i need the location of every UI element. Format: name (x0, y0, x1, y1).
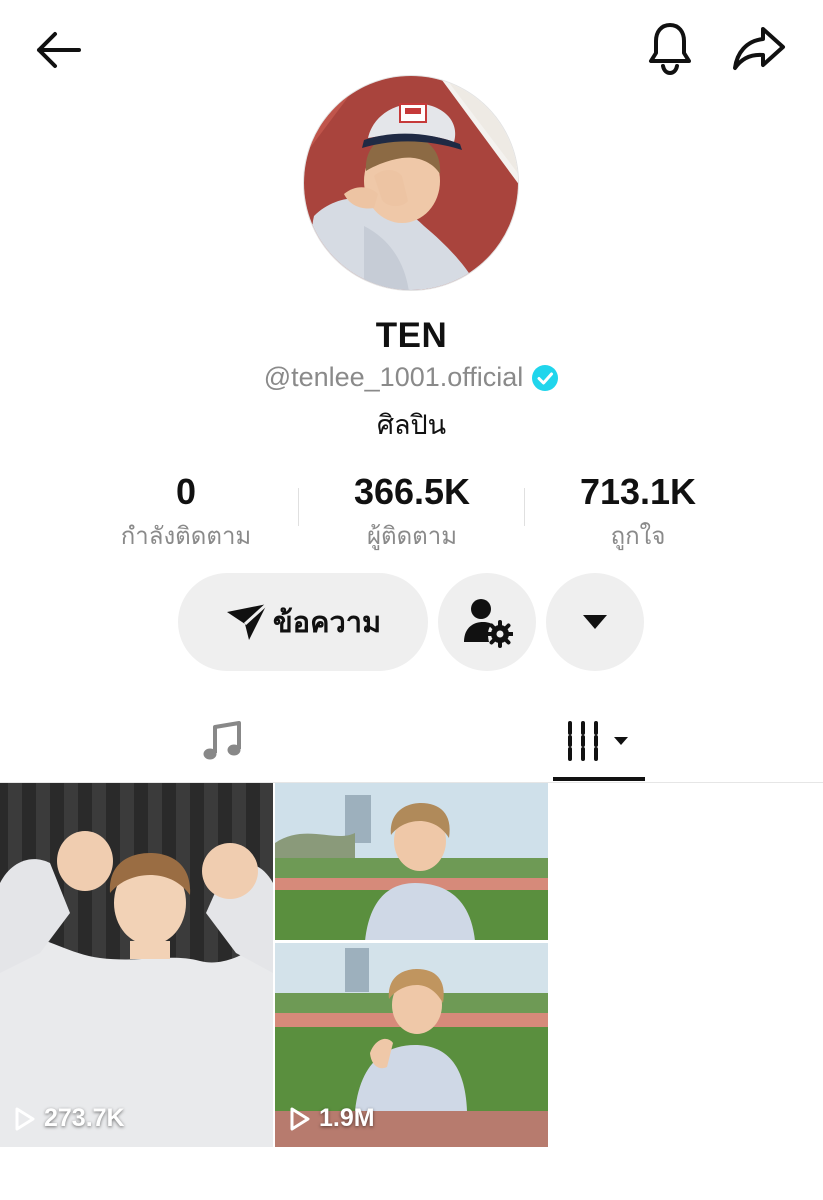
grid-lines-icon (568, 721, 628, 761)
message-label: ข้อความ (272, 607, 382, 639)
play-icon (290, 1107, 310, 1130)
stat-following[interactable]: 0 กำลังติดตาม (76, 470, 296, 555)
likes-count: 713.1K (579, 471, 697, 512)
tab-videos[interactable] (553, 700, 645, 782)
username: @tenlee_1001.official (263, 362, 524, 392)
video-thumbnail[interactable]: 1.9M (275, 783, 548, 1147)
stats-row: 0 กำลังติดตาม 366.5K ผู้ติดตาม 713.1K ถู… (0, 470, 823, 550)
play-icon (15, 1107, 35, 1130)
following-count: 0 (175, 471, 197, 512)
send-icon (226, 602, 268, 640)
content-tabs (0, 700, 823, 783)
video-view-count: 1.9M (289, 1104, 375, 1133)
followers-label: ผู้ติดตาม (366, 523, 458, 550)
stat-divider (298, 488, 299, 526)
avatar[interactable] (303, 75, 519, 291)
stat-divider (524, 488, 525, 526)
person-gear-icon (464, 599, 513, 648)
profile-page: TEN @tenlee_1001.official ศิลปิน 0 กำลัง… (0, 0, 823, 1200)
video-thumbnail[interactable]: 273.7K (0, 783, 273, 1147)
back-button[interactable] (28, 22, 88, 78)
stat-likes[interactable]: 713.1K ถูกใจ (528, 470, 748, 555)
verified-badge-icon (532, 364, 559, 391)
share-arrow-icon (733, 27, 785, 70)
notification-bell-button[interactable] (640, 18, 700, 78)
tab-music[interactable] (140, 700, 305, 782)
followers-count: 366.5K (353, 471, 471, 512)
video-views-label: 273.7K (44, 1104, 125, 1132)
bell-icon (649, 23, 691, 76)
display-name: TEN (375, 316, 448, 355)
video-view-count: 273.7K (14, 1104, 125, 1133)
likes-label: ถูกใจ (610, 523, 666, 550)
caret-down-icon (583, 615, 607, 629)
bio: ศิลปิน (376, 410, 447, 440)
share-button[interactable] (728, 18, 790, 78)
message-button[interactable]: ข้อความ (178, 573, 428, 671)
arrow-left-icon (37, 32, 81, 68)
active-tab-indicator (553, 777, 645, 781)
music-note-icon (203, 721, 241, 760)
suggested-friends-button[interactable] (438, 573, 536, 671)
stat-followers[interactable]: 366.5K ผู้ติดตาม (302, 470, 522, 555)
username-row: @tenlee_1001.official (0, 362, 823, 393)
video-views-label: 1.9M (319, 1104, 375, 1132)
more-options-button[interactable] (546, 573, 644, 671)
following-label: กำลังติดตาม (120, 523, 252, 550)
